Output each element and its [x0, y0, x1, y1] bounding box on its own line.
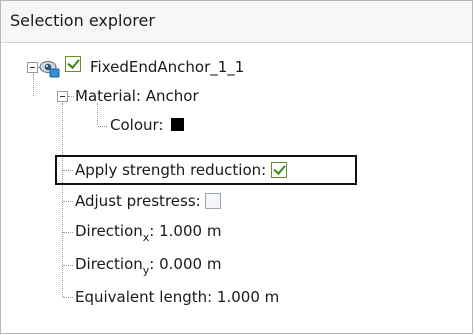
root-collapse-toggle[interactable] — [27, 62, 38, 73]
adjust-prestress-label: Adjust prestress: — [75, 192, 201, 210]
tree-node-adjust-prestress: Adjust prestress: — [75, 192, 222, 210]
tree-guide — [97, 103, 98, 125]
direction-y-prefix: Direction — [75, 255, 143, 273]
adjust-prestress-checkbox[interactable] — [205, 193, 222, 209]
tree-node-direction-x: Directionx: 1.000 m — [75, 222, 221, 247]
panel-title: Selection explorer — [10, 11, 155, 30]
anchor-visibility-checkbox[interactable] — [65, 56, 81, 72]
tree-node-colour: Colour: — [110, 116, 185, 134]
tree-guide — [33, 74, 34, 96]
tree-guide — [68, 96, 74, 97]
direction-x-prefix: Direction — [75, 222, 143, 240]
tree-guide — [63, 201, 73, 202]
direction-y-value: : 0.000 m — [149, 255, 222, 273]
tree-guide — [98, 126, 107, 127]
tree-guide — [63, 297, 73, 298]
tree-guide — [62, 103, 63, 297]
material-collapse-toggle[interactable] — [57, 91, 68, 102]
colour-swatch[interactable] — [171, 118, 185, 131]
tree-node-material-label[interactable]: Material: Anchor — [75, 87, 199, 105]
colour-label: Colour: — [110, 116, 164, 134]
tree-node-direction-y: Directiony: 0.000 m — [75, 255, 221, 280]
tree-guide — [63, 265, 73, 266]
panel-header: Selection explorer — [1, 1, 472, 43]
eye-icon[interactable] — [39, 57, 61, 79]
tree-guide — [63, 232, 73, 233]
tree-node-equivalent-length: Equivalent length: 1.000 m — [75, 288, 280, 306]
tree-node-root-label[interactable]: FixedEndAnchor_1_1 — [90, 58, 244, 76]
direction-x-value: : 1.000 m — [149, 222, 222, 240]
highlight-annotation-box — [55, 155, 357, 185]
